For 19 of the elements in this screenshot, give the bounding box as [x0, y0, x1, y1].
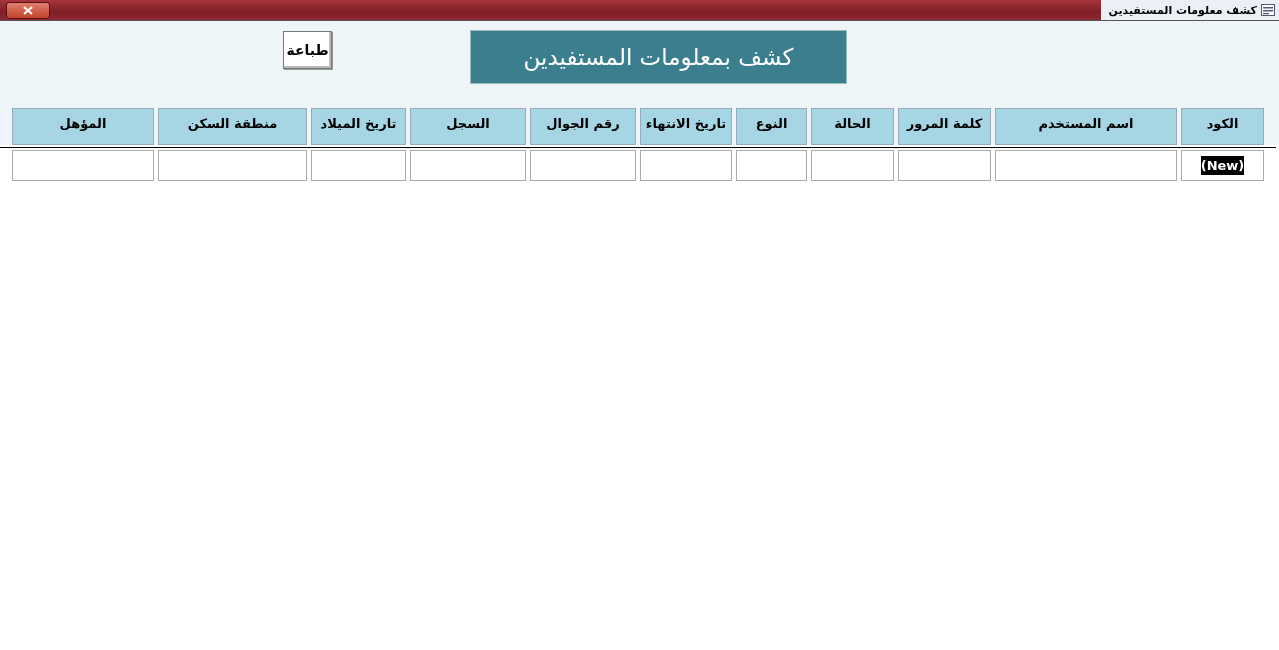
close-icon	[23, 5, 33, 15]
form-heading: كشف بمعلومات المستفيدين	[470, 30, 847, 84]
column-header: رقم الجوال	[530, 108, 636, 145]
column-header: تاريخ الانتهاء	[640, 108, 732, 145]
column-header: تاريخ الميلاد	[311, 108, 406, 145]
column-header: السجل	[410, 108, 526, 145]
column-header: المؤهل	[12, 108, 154, 145]
column-header: اسم المستخدم	[995, 108, 1177, 145]
column-header: كلمة المرور	[898, 108, 991, 145]
column-header: الكود	[1181, 108, 1264, 145]
column-header: النوع	[736, 108, 807, 145]
form-icon	[1261, 4, 1275, 16]
table-cell	[736, 150, 807, 181]
print-button[interactable]: طباعة	[283, 31, 332, 69]
column-header: الحالة	[811, 108, 894, 145]
column-header: منطقة السكن	[158, 108, 307, 145]
window-title: كشف معلومات المستفيدين	[1108, 3, 1257, 17]
new-record-label: (New)	[1200, 156, 1245, 175]
close-button[interactable]	[6, 1, 50, 19]
